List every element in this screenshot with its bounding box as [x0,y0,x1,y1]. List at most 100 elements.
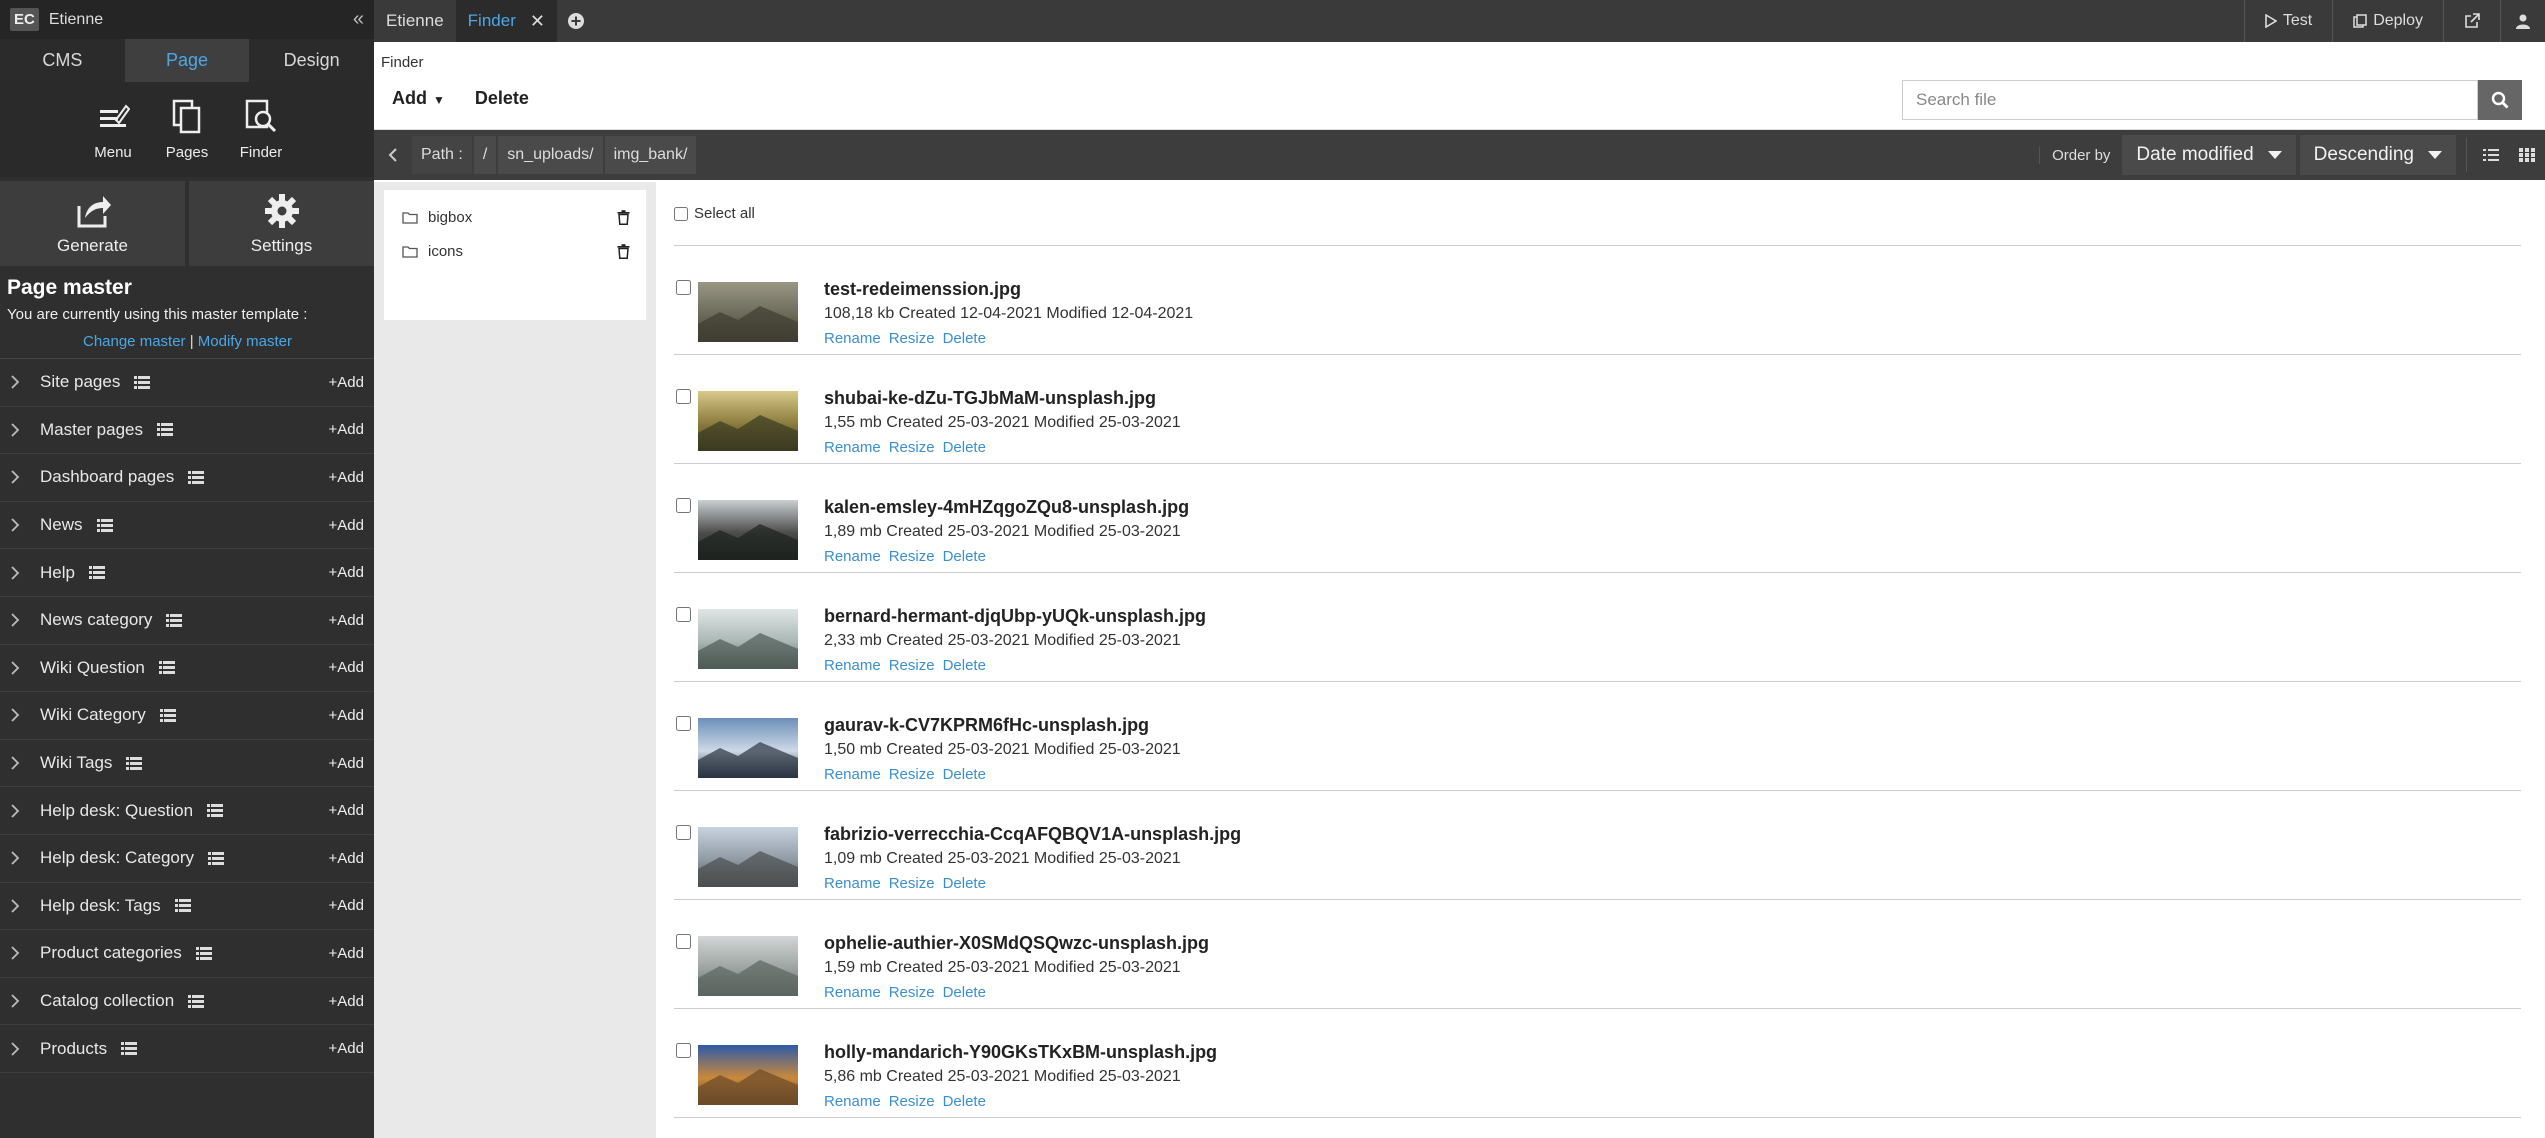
list-icon[interactable] [188,994,205,1008]
collapse-sidebar-icon[interactable]: « [353,8,364,31]
chevron-right-icon[interactable] [10,1041,30,1056]
list-icon[interactable] [159,708,176,722]
add-item-button[interactable]: +Add [329,945,364,962]
list-icon[interactable] [166,613,183,627]
file-thumbnail[interactable] [698,1045,798,1105]
sidebar-item[interactable]: Master pages +Add [0,407,374,455]
file-checkbox[interactable] [676,389,691,404]
chevron-right-icon[interactable] [10,470,30,485]
file-thumbnail[interactable] [698,609,798,669]
settings-button[interactable]: Settings [189,181,374,266]
select-all-checkbox[interactable] [674,206,688,221]
tab-cms[interactable]: CMS [0,39,125,82]
pages-tool-button[interactable]: Pages [154,94,220,177]
file-checkbox[interactable] [676,280,691,295]
search-input[interactable]: Search file [1902,80,2478,120]
file-thumbnail[interactable] [698,827,798,887]
add-dropdown-button[interactable]: Add ▼ [392,88,445,109]
sidebar-item[interactable]: Products +Add [0,1025,374,1073]
add-item-button[interactable]: +Add [329,469,364,486]
generate-button[interactable]: Generate [0,181,185,266]
list-icon[interactable] [158,661,175,675]
delete-button[interactable]: Delete [475,88,529,109]
list-icon[interactable] [208,851,225,865]
change-master-link[interactable]: Change master [83,333,186,350]
list-icon[interactable] [88,566,105,580]
modify-master-link[interactable]: Modify master [198,333,292,350]
sidebar-item[interactable]: Help +Add [0,549,374,597]
file-checkbox[interactable] [676,498,691,513]
add-item-button[interactable]: +Add [329,374,364,391]
close-tab-icon[interactable]: ✕ [530,11,545,32]
delete-link[interactable]: Delete [943,984,986,1001]
grid-view-icon[interactable] [2509,148,2545,162]
sidebar-item[interactable]: Help desk: Category +Add [0,835,374,883]
rename-link[interactable]: Rename [824,875,881,892]
rename-link[interactable]: Rename [824,766,881,783]
file-thumbnail[interactable] [698,718,798,778]
add-tab-icon[interactable] [557,12,595,30]
delete-link[interactable]: Delete [943,1093,986,1110]
list-view-icon[interactable] [2473,148,2509,162]
delete-link[interactable]: Delete [943,330,986,347]
rename-link[interactable]: Rename [824,548,881,565]
sidebar-item[interactable]: Dashboard pages +Add [0,454,374,502]
sidebar-item[interactable]: Wiki Category +Add [0,692,374,740]
add-item-button[interactable]: +Add [329,802,364,819]
sidebar-item[interactable]: News +Add [0,502,374,550]
file-thumbnail[interactable] [698,936,798,996]
sidebar-item[interactable]: News category +Add [0,597,374,645]
file-checkbox[interactable] [676,825,691,840]
file-thumbnail[interactable] [698,282,798,342]
rename-link[interactable]: Rename [824,330,881,347]
file-thumbnail[interactable] [698,500,798,560]
delete-link[interactable]: Delete [943,657,986,674]
chevron-right-icon[interactable] [10,756,30,770]
chevron-right-icon[interactable] [10,946,30,961]
folder-name[interactable]: bigbox [428,209,472,226]
sidebar-item[interactable]: Catalog collection +Add [0,978,374,1026]
file-name[interactable]: gaurav-k-CV7KPRM6fHc-unsplash.jpg [824,715,1181,736]
order-field-select[interactable]: Date modified [2122,135,2296,175]
add-item-button[interactable]: +Add [329,850,364,867]
add-item-button[interactable]: +Add [329,897,364,914]
chevron-right-icon[interactable] [10,613,30,627]
list-icon[interactable] [96,518,113,532]
add-item-button[interactable]: +Add [329,612,364,629]
order-direction-select[interactable]: Descending [2299,135,2456,175]
sidebar-item[interactable]: Site pages +Add [0,359,374,407]
rename-link[interactable]: Rename [824,439,881,456]
file-checkbox[interactable] [676,607,691,622]
folder-name[interactable]: icons [428,243,463,260]
file-name[interactable]: shubai-ke-dZu-TGJbMaM-unsplash.jpg [824,388,1181,409]
file-name[interactable]: bernard-hermant-djqUbp-yUQk-unsplash.jpg [824,606,1206,627]
list-icon[interactable] [134,375,151,389]
path-segment-img-bank[interactable]: img_bank/ [604,136,697,174]
back-icon[interactable] [374,147,412,163]
resize-link[interactable]: Resize [889,330,935,347]
chevron-right-icon[interactable] [10,994,30,1008]
chevron-right-icon[interactable] [10,518,30,532]
user-account-button[interactable] [2500,0,2545,42]
tab-finder[interactable]: Finder ✕ [455,0,557,42]
add-item-button[interactable]: +Add [329,707,364,724]
file-checkbox[interactable] [676,716,691,731]
list-icon[interactable] [195,946,212,960]
workspace-badge[interactable]: EC [10,8,39,31]
sidebar-item[interactable]: Product categories +Add [0,930,374,978]
chevron-right-icon[interactable] [10,566,30,580]
tab-page[interactable]: Page [124,39,250,82]
sidebar-item[interactable]: Help desk: Question +Add [0,787,374,835]
resize-link[interactable]: Resize [889,548,935,565]
open-external-button[interactable] [2443,0,2500,42]
rename-link[interactable]: Rename [824,1093,881,1110]
test-button[interactable]: Test [2243,0,2332,42]
sidebar-item[interactable]: Help desk: Tags +Add [0,883,374,931]
file-checkbox[interactable] [676,1043,691,1058]
tab-etienne[interactable]: Etienne [374,0,456,42]
list-icon[interactable] [174,899,191,913]
file-name[interactable]: fabrizio-verrecchia-CcqAFQBQV1A-unsplash… [824,824,1241,845]
chevron-right-icon[interactable] [10,708,30,723]
chevron-right-icon[interactable] [10,375,30,389]
file-name[interactable]: holly-mandarich-Y90GKsTKxBM-unsplash.jpg [824,1042,1217,1063]
